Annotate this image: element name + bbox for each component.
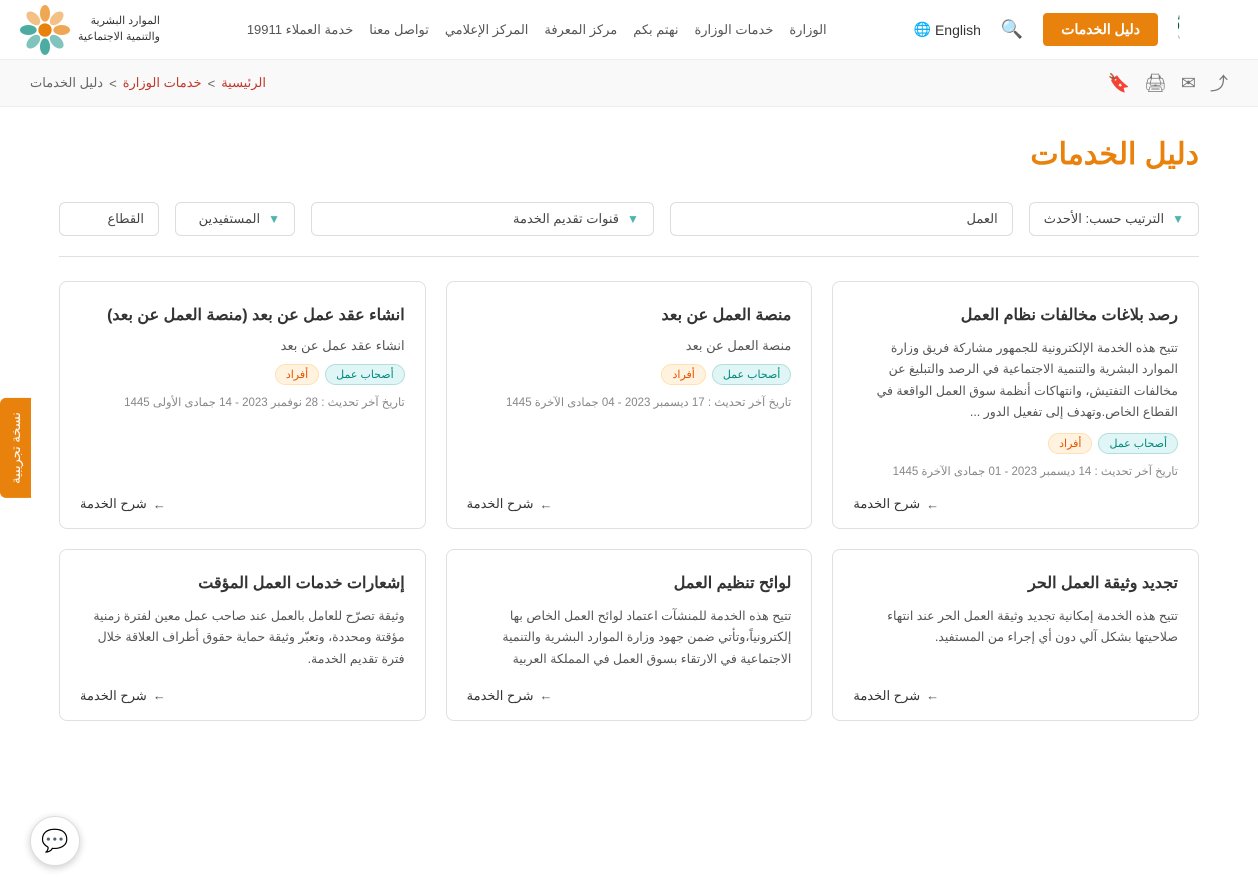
card-4: تجديد وثيقة العمل الحر تتيح هذه الخدمة إ… [832,549,1199,721]
card-4-desc: تتيح هذه الخدمة إمكانية تجديد وثيقة العم… [853,606,1178,649]
card-1-footer: ← شرح الخدمة [853,488,1178,512]
cards-grid: رصد بلاغات مخالفات نظام العمل تتيح هذه ا… [59,281,1199,721]
arrow-icon-5: ← [539,688,552,703]
card-6-footer: ← شرح الخدمة [80,680,405,704]
header-right: VISION 2030 KINGDOM OF SAUDI ARABIA دليل… [914,10,1238,50]
tag-individuals: أفراد [1048,433,1092,454]
breadcrumb-sep-1: > [208,76,216,91]
arrow-icon: ← [926,497,939,512]
page-title: دليل الخدمات [59,137,1199,172]
card-3-link[interactable]: ← شرح الخدمة [80,496,166,512]
card-5-desc: تتيح هذه الخدمة للمنشآت اعتماد لوائح الع… [467,606,792,670]
tag-individuals-3: أفراد [275,364,319,385]
globe-icon: 🌐 [914,21,931,38]
card-5: لوائح تنظيم العمل تتيح هذه الخدمة للمنشآ… [446,549,813,721]
tag-employers: أصحاب عمل [1098,433,1178,454]
card-6-desc: وثيقة تصرّح للعامل بالعمل عند صاحب عمل م… [80,606,405,670]
arrow-icon-6: ← [153,688,166,703]
card-4-title: تجديد وثيقة العمل الحر [853,572,1178,596]
svg-text:2030: 2030 [1178,19,1180,33]
nav-ministry-services[interactable]: خدمات الوزارة [694,22,773,38]
card-4-footer: ← شرح الخدمة [853,680,1178,704]
print-button[interactable]: 🖨 [1144,73,1167,94]
card-2-footer: ← شرح الخدمة [467,488,792,512]
divider [59,256,1199,257]
nav-customers[interactable]: خدمة العملاء 19911 [247,22,353,38]
tag-employers-3: أصحاب عمل [325,364,405,385]
card-3-title: انشاء عقد عمل عن بعد (منصة العمل عن بعد) [80,304,405,328]
card-3-footer: ← شرح الخدمة [80,488,405,512]
tag-individuals-2: أفراد [661,364,705,385]
vision-logo: VISION 2030 KINGDOM OF SAUDI ARABIA [1178,10,1238,50]
card-2-link[interactable]: ← شرح الخدمة [467,496,553,512]
filter-work[interactable]: العمل [670,202,1013,236]
share-button[interactable]: ⤴ [1210,70,1228,96]
breadcrumb-current: دليل الخدمات [30,75,103,91]
filter-sector[interactable]: القطاع [59,202,159,236]
breadcrumb-bar: ⤴ ✉ 🖨 🔖 الرئيسية > خدمات الوزارة > دليل … [0,60,1258,107]
card-1-title: رصد بلاغات مخالفات نظام العمل [853,304,1178,328]
card-3: انشاء عقد عمل عن بعد (منصة العمل عن بعد)… [59,281,426,529]
card-6: إشعارات خدمات العمل المؤقت وثيقة تصرّح ل… [59,549,426,721]
breadcrumb: الرئيسية > خدمات الوزارة > دليل الخدمات [30,75,266,91]
card-2-date: تاريخ آخر تحديث : 17 ديسمبر 2023 - 04 جم… [467,395,792,409]
filter-sort[interactable]: ▼ الترتيب حسب: الأحدث [1029,202,1199,236]
language-button[interactable]: English 🌐 [914,21,981,38]
arrow-icon-2: ← [539,497,552,512]
card-4-link[interactable]: ← شرح الخدمة [853,688,939,704]
main-content: دليل الخدمات ▼ الترتيب حسب: الأحدث العمل… [29,107,1229,761]
email-button[interactable]: ✉ [1181,73,1196,94]
search-button[interactable]: 🔍 [1001,19,1023,40]
tag-employers-2: أصحاب عمل [712,364,792,385]
nav-media[interactable]: المركز الإعلامي [445,22,529,38]
chevron-sort-icon: ▼ [1172,212,1184,226]
arrow-icon-4: ← [926,688,939,703]
card-2-subtitle: منصة العمل عن بعد [467,338,792,354]
nav-knowledge[interactable]: مركز المعرفة [544,22,617,38]
main-nav: خدمة العملاء 19911 تواصل معنا المركز الإ… [247,22,827,38]
card-1-link[interactable]: ← شرح الخدمة [853,496,939,512]
nav-care[interactable]: نهتم بكم [633,22,678,38]
chevron-beneficiary-icon: ▼ [268,212,280,226]
card-3-tags: أصحاب عمل أفراد [80,364,405,385]
card-3-date: تاريخ آخر تحديث : 28 نوفمبر 2023 - 14 جم… [80,395,405,409]
card-1-desc: تتيح هذه الخدمة الإلكترونية للجمهور مشار… [853,338,1178,423]
card-1: رصد بلاغات مخالفات نظام العمل تتيح هذه ا… [832,281,1199,529]
breadcrumb-ministry-services[interactable]: خدمات الوزارة [123,75,202,91]
card-6-title: إشعارات خدمات العمل المؤقت [80,572,405,596]
card-5-footer: ← شرح الخدمة [467,680,792,704]
nav-ministry[interactable]: الوزارة [789,22,826,38]
card-2: منصة العمل عن بعد منصة العمل عن بعد أصحا… [446,281,813,529]
card-1-tags: أصحاب عمل أفراد [853,433,1178,454]
guide-button[interactable]: دليل الخدمات [1043,13,1158,46]
card-6-link[interactable]: ← شرح الخدمة [80,688,166,704]
card-2-tags: أصحاب عمل أفراد [467,364,792,385]
svg-text:KINGDOM OF SAUDI ARABIA: KINGDOM OF SAUDI ARABIA [1178,34,1180,39]
side-tab[interactable]: نسخة تجريبية [0,398,31,498]
bookmark-button[interactable]: 🔖 [1108,73,1130,94]
chat-button[interactable]: 💬 [30,816,80,866]
card-1-date: تاريخ آخر تحديث : 14 ديسمبر 2023 - 01 جم… [853,464,1178,478]
card-2-title: منصة العمل عن بعد [467,304,792,328]
breadcrumb-home[interactable]: الرئيسية [221,75,266,91]
toolbar: ⤴ ✉ 🖨 🔖 [1108,70,1228,96]
header: VISION 2030 KINGDOM OF SAUDI ARABIA دليل… [0,0,1258,60]
card-3-subtitle: انشاء عقد عمل عن بعد [80,338,405,354]
filter-beneficiary[interactable]: ▼ المستفيدين [175,202,295,236]
arrow-icon-3: ← [153,497,166,512]
card-5-link[interactable]: ← شرح الخدمة [467,688,553,704]
chevron-channel-icon: ▼ [627,212,639,226]
card-5-title: لوائح تنظيم العمل [467,572,792,596]
breadcrumb-sep-2: > [109,76,117,91]
filters-row: ▼ الترتيب حسب: الأحدث العمل ▼ قنوات تقدي… [59,202,1199,236]
filter-channel[interactable]: ▼ قنوات تقديم الخدمة [311,202,654,236]
nav-contact[interactable]: تواصل معنا [369,22,429,38]
ministry-logo: الموارد البشرية والتنمية الاجتماعية [20,5,160,55]
chat-icon: 💬 [41,828,68,854]
